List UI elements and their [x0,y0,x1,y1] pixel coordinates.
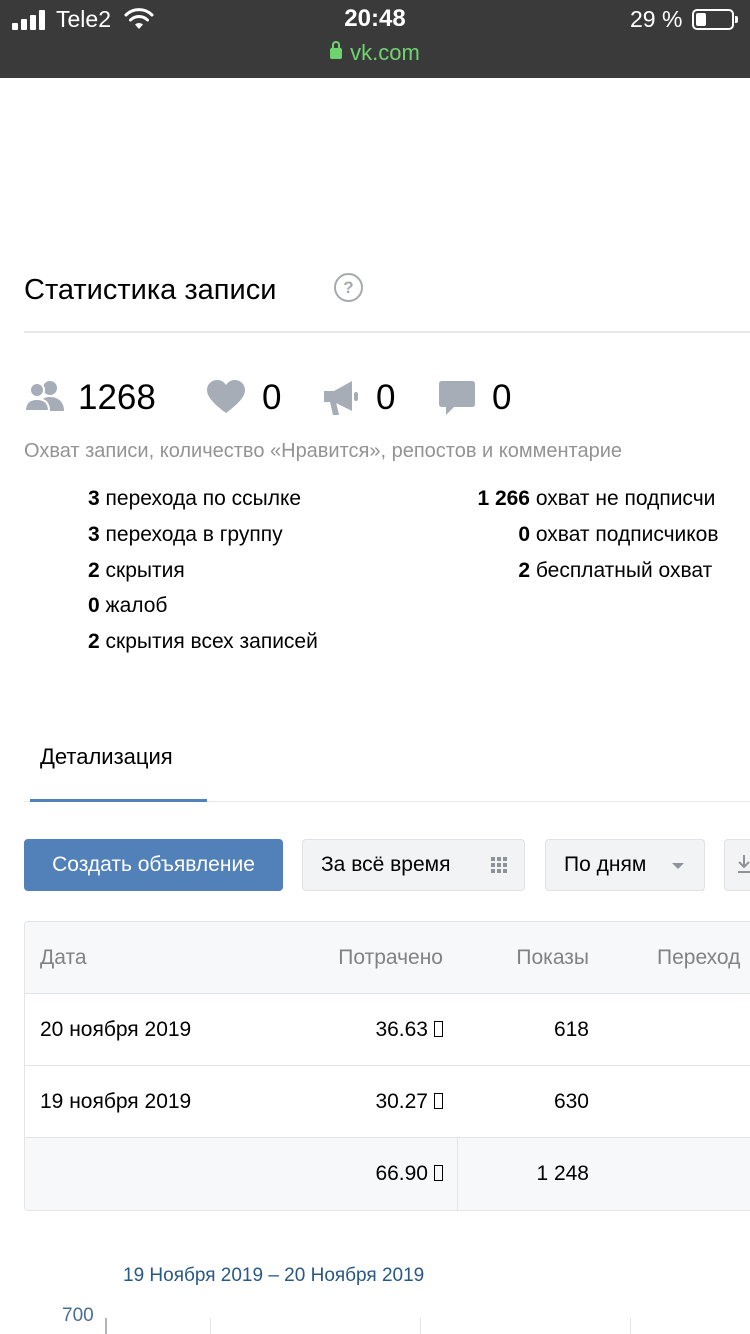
comment-icon [439,381,475,415]
chart-gridline [420,1318,421,1334]
active-tab-indicator [30,799,207,802]
currency-icon [434,1021,443,1037]
currency-icon [434,1093,443,1109]
chart-gridline [630,1318,631,1334]
details-table: Дата Потрачено Показы Переход 20 ноября … [24,921,750,1211]
header-date[interactable]: Дата [40,922,87,994]
stat-nonsub-reach: 1 266 охват не подписчи [477,487,716,510]
period-select[interactable]: За всё время [302,839,525,891]
address-bar[interactable]: vk.com [0,40,750,66]
row-date: 19 ноября 2019 [40,1090,192,1113]
lock-icon [330,41,343,59]
stat-hides: 2 скрытия [88,559,185,582]
table-row: 20 ноября 2019 36.63 618 [25,994,750,1066]
status-bar: Tele2 20:48 vk.com 29 % [0,0,750,78]
stat-link-clicks: 3 перехода по ссылке [88,487,302,510]
megaphone-icon [324,381,358,415]
header-shows[interactable]: Показы [485,922,589,994]
chart-date-range[interactable]: 19 Ноября 2019 – 20 Ноября 2019 [123,1265,424,1287]
grouping-label: По дням [564,853,647,876]
export-button[interactable] [724,839,750,891]
row-shows: 630 [553,1090,589,1113]
chart-gridline [210,1318,211,1334]
counters-description: Охват записи, количество «Нравится», реп… [24,440,623,462]
reposts-value: 0 [376,378,396,417]
battery-percent: 29 % [630,6,683,32]
row-spent: 30.27 [205,1066,443,1138]
chevron-down-icon [672,863,684,869]
stat-complaints: 0 жалоб [88,594,168,617]
total-spent: 66.90 [205,1138,443,1210]
total-shows: 1 248 [536,1162,589,1185]
period-label: За всё время [321,853,451,876]
stat-group-clicks: 3 перехода в группу [88,523,283,546]
url-text: vk.com [350,40,420,65]
row-date: 20 ноября 2019 [40,1018,192,1041]
calendar-grid-icon [491,857,508,874]
likes-value: 0 [262,378,282,417]
battery-icon [692,9,738,30]
chart-y-tick: 700 [62,1305,94,1326]
download-icon [738,855,750,873]
create-ad-button[interactable]: Создать объявление [24,839,283,891]
currency-icon [434,1165,443,1181]
stat-hide-all: 2 скрытия всех записей [88,630,318,653]
table-header: Дата Потрачено Показы Переход [25,922,750,994]
chart-y-axis [105,1318,107,1334]
users-icon [24,381,64,412]
stat-sub-reach: 0 охват подписчиков [518,523,719,546]
title-divider [24,331,750,333]
table-row: 19 ноября 2019 30.27 630 [25,1066,750,1138]
row-spent: 36.63 [205,994,443,1066]
header-clicks[interactable]: Переход [657,922,740,994]
grouping-select[interactable]: По дням [545,839,705,891]
table-total-row: 66.90 1 248 [25,1138,750,1210]
help-icon[interactable]: ? [334,273,363,302]
comments-value: 0 [492,378,512,417]
tab-details[interactable]: Детализация [40,744,173,770]
row-shows: 618 [553,1018,589,1041]
heart-icon [207,380,245,413]
header-spent[interactable]: Потрачено [205,922,443,994]
reach-value: 1268 [78,378,156,417]
stat-free-reach: 2 бесплатный охват [518,559,713,582]
page-title: Статистика записи [24,274,277,306]
column-separator [457,1138,458,1210]
